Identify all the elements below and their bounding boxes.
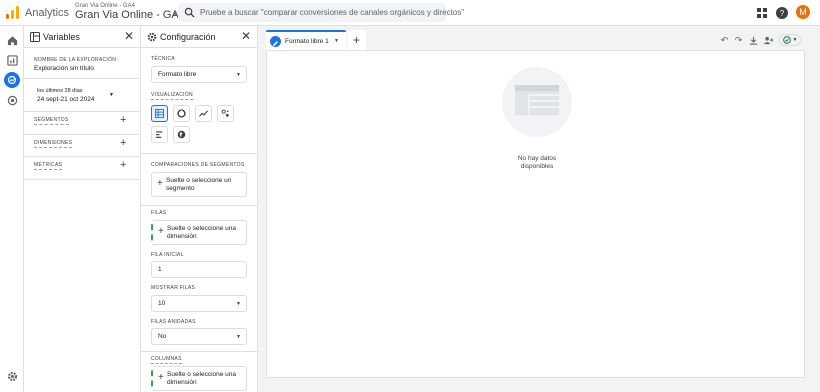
search-input[interactable]: Pruebe a buscar "comparar conversiones d… (178, 3, 464, 22)
chevron-down-icon: ▼ (236, 301, 241, 307)
chevron-down-icon: ▼ (109, 92, 114, 98)
add-tab-button[interactable]: + (347, 30, 366, 50)
date-range: 24 sept-21 oct 2024 (37, 96, 95, 103)
line-chart-icon[interactable] (195, 105, 212, 122)
start-row-value: 1 (158, 266, 162, 273)
left-nav (0, 26, 24, 392)
show-rows-label: MOSTRAR FILAS (151, 285, 196, 291)
show-rows-value: 10 (158, 300, 166, 307)
tab-bar: Formato libre 1 ▼ + ↶ ↷ ▼ (266, 30, 805, 50)
top-bar: Analytics Gran Via Online - GA4 Gran Via… (0, 0, 820, 26)
exploration-name-label: NOMBRE DE LA EXPLORACIÓN: (34, 57, 118, 63)
visualization-label: VISUALIZACIÓN (151, 92, 193, 100)
donut-icon[interactable] (173, 105, 190, 122)
chevron-down-icon: ▼ (236, 334, 241, 340)
explore-icon[interactable] (4, 72, 20, 88)
configuration-header: Configuración ✕ (141, 26, 257, 48)
chevron-down-icon[interactable]: ▼ (334, 38, 339, 44)
exploration-name-input[interactable]: Exploración sin título (34, 65, 94, 72)
add-segment-button[interactable]: + (120, 115, 126, 126)
plus-icon: + (158, 226, 164, 237)
segment-comparisons-label: COMPARACIONES DE SEGMENTOS (151, 162, 245, 168)
segments-label: SEGMENTOS (34, 117, 69, 125)
help-icon[interactable]: ? (775, 6, 789, 20)
share-user-icon[interactable] (763, 35, 774, 46)
home-icon[interactable] (5, 33, 19, 47)
add-metric-button[interactable]: + (120, 160, 126, 171)
tab-label: Formato libre 1 (285, 38, 329, 45)
chevron-down-icon: ▼ (792, 37, 798, 43)
exploration-canvas: No hay datos disponibles (266, 50, 805, 378)
rows-label: FILAS (151, 210, 167, 216)
svg-text:?: ? (780, 9, 785, 18)
date-preset: los últimos 28 días (37, 88, 83, 94)
avatar[interactable]: M (796, 5, 810, 19)
segment-drop-zone[interactable]: + Suelte o seleccione un segmento (151, 172, 247, 197)
start-row-label: FILA INICIAL (151, 252, 184, 258)
settings-gear-icon[interactable] (5, 369, 19, 383)
variables-panel: Variables ✕ NOMBRE DE LA EXPLORACIÓN: Ex… (24, 26, 141, 392)
variables-icon (30, 32, 40, 42)
search-icon (184, 7, 195, 18)
nested-rows-select[interactable]: No ▼ (151, 328, 247, 345)
no-data-line-2: disponibles (520, 163, 554, 170)
redo-icon[interactable]: ↷ (733, 35, 744, 46)
columns-drop-text: Suelte o seleccione una dimensión (167, 371, 237, 386)
undo-icon[interactable]: ↶ (719, 35, 730, 46)
close-icon[interactable]: ✕ (124, 30, 134, 42)
metrics-label: MÉTRICAS (34, 162, 63, 170)
show-rows-select[interactable]: 10 ▼ (151, 295, 247, 312)
settings-icon (147, 32, 157, 42)
scatter-icon[interactable] (217, 105, 234, 122)
plus-icon: + (158, 372, 164, 383)
columns-drop-zone[interactable]: + Suelte o seleccione una dimensión (151, 366, 247, 391)
nested-rows-value: No (158, 333, 167, 340)
empty-table-illustration (502, 67, 572, 137)
status-check-button[interactable]: ▼ (779, 34, 801, 46)
table-icon[interactable] (151, 105, 168, 122)
variables-header: Variables ✕ (24, 26, 140, 48)
close-icon[interactable]: ✕ (241, 30, 251, 42)
nested-rows-label: FILAS ANIDADAS (151, 319, 196, 325)
property-name: Gran Via Online - GA4 (75, 9, 185, 21)
tab-formato-libre-1[interactable]: Formato libre 1 ▼ (266, 30, 346, 50)
rows-drop-zone[interactable]: + Suelte o seleccione una dimensión (151, 220, 247, 245)
technique-select[interactable]: Formato libre ▼ (151, 66, 247, 83)
segment-drop-text: Suelte o seleccione un segmento (166, 177, 232, 192)
edit-pencil-icon (270, 36, 281, 47)
advertising-icon[interactable] (5, 93, 19, 107)
no-data-line-1: No hay datos (517, 155, 557, 162)
app-name: Analytics (25, 7, 70, 19)
geo-map-icon[interactable] (173, 126, 190, 143)
rows-drop-text: Suelte o seleccione una dimensión (167, 225, 237, 240)
configuration-panel: Configuración ✕ TÉCNICA Formato libre ▼ … (141, 26, 258, 392)
search-placeholder: Pruebe a buscar "comparar conversiones d… (200, 8, 465, 17)
add-dimension-button[interactable]: + (120, 138, 126, 149)
chevron-down-icon: ▼ (236, 72, 241, 78)
analytics-logo[interactable] (6, 6, 19, 19)
reports-icon[interactable] (5, 53, 19, 67)
start-row-input[interactable]: 1 (151, 261, 247, 278)
exploration-canvas-area: Formato libre 1 ▼ + ↶ ↷ ▼ No hay datos d… (266, 26, 805, 378)
dimensions-label: DIMENSIONES (34, 140, 73, 148)
download-icon[interactable] (748, 35, 759, 46)
no-data-message: No hay datos disponibles (487, 155, 587, 171)
plus-icon: + (157, 178, 163, 189)
technique-label: TÉCNICA (151, 56, 176, 62)
bar-chart-icon[interactable] (151, 126, 168, 143)
columns-label: COLUMNAS (151, 356, 182, 364)
technique-value: Formato libre (158, 71, 197, 78)
configuration-title: Configuración (160, 32, 216, 42)
variables-title: Variables (43, 32, 80, 42)
apps-grid-icon[interactable] (755, 6, 769, 20)
